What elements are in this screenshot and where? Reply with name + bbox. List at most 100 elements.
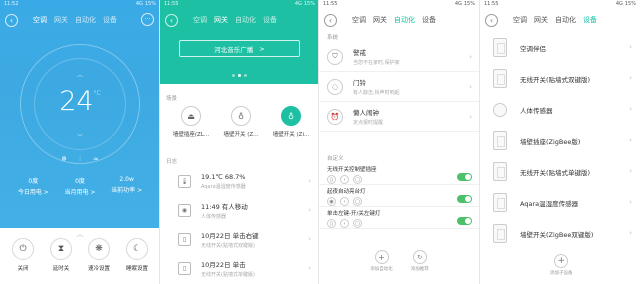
- device-name: 人体传感器: [520, 106, 553, 115]
- custom-automation-title: 无线开关控制壁插座: [327, 167, 377, 173]
- delay-off-label: 延时关: [52, 266, 70, 272]
- custom-automation-item[interactable]: 无线开关控制壁插座 ▯ › ▢: [319, 163, 479, 185]
- log-list: 🌡 19.1℃ 68.7% Aqara温湿度传感器 › ◉ 11:49 有人移动人…: [160, 167, 318, 283]
- automation-item[interactable]: ◌ 门铃 有人敲击,铃声时响起 ›: [319, 72, 479, 102]
- automation-sub: 有人敲击,铃声时响起: [353, 90, 400, 96]
- page-dot[interactable]: [244, 74, 247, 77]
- battery-text: 15%: [144, 1, 156, 7]
- log-item[interactable]: ▯ 10月22日 单击 无线开关(贴墙式单键版) ›: [160, 254, 318, 283]
- page-dot-active[interactable]: [238, 74, 241, 77]
- status-bar: 11:55 4G 15%: [160, 0, 318, 9]
- log-main: 19.1℃ 68.7%: [201, 173, 246, 181]
- chevron-right-icon: ›: [308, 235, 311, 243]
- back-icon[interactable]: ‹: [5, 13, 18, 27]
- tab-automation[interactable]: 自动化: [75, 15, 96, 25]
- delay-off-button[interactable]: ⧗ 延时关: [43, 238, 79, 272]
- fan-speed-icon[interactable]: ⫶: [79, 155, 81, 164]
- tab-devices[interactable]: 设备: [422, 15, 436, 25]
- custom-automation-item[interactable]: 单击左键-开/关左键灯 ▯ › ▢: [319, 207, 479, 229]
- signal-text: 4G: [294, 1, 302, 7]
- tab-devices[interactable]: 设备: [263, 15, 277, 25]
- temp-up-icon[interactable]: ︿: [77, 70, 83, 79]
- log-item[interactable]: ▯ 10月22日 单击右键 无线开关(贴墙式双键版) ›: [160, 225, 318, 254]
- quick-cool-button[interactable]: ❋ 速冷设置: [81, 238, 117, 272]
- custom-automation-item[interactable]: 起夜自动亮台灯 ◉ › ▢: [319, 185, 479, 207]
- log-item[interactable]: ◉ 11:49 有人移动 人体传感器 ›: [160, 196, 318, 225]
- automation-actions: + 添加自动化 ↻ 添加推荐: [319, 250, 479, 272]
- system-section-title: 系统: [327, 35, 339, 41]
- device-item[interactable]: Aqara温湿度传感器 ›: [480, 187, 640, 218]
- tab-gateway[interactable]: 网关: [373, 15, 387, 25]
- sleep-label: 睡眠设置: [125, 266, 148, 272]
- tab-ac[interactable]: 空调: [513, 15, 527, 25]
- automation-toggle[interactable]: [457, 173, 472, 181]
- log-item[interactable]: 🌡 19.1℃ 68.7% Aqara温湿度传感器 ›: [160, 167, 318, 196]
- tab-devices[interactable]: 设备: [103, 15, 117, 25]
- gateway-panel: 11:55 4G 15% ‹ 空调 网关 自动化 设备 河北音乐广播 >: [160, 0, 318, 84]
- chevron-right-icon: ›: [629, 43, 632, 51]
- tab-automation[interactable]: 自动化: [555, 15, 576, 25]
- automation-sub: 定点报时提醒: [353, 120, 384, 126]
- signal-text: 4G: [615, 1, 623, 7]
- motion-sensor-icon: ◉: [178, 204, 191, 217]
- automation-toggle[interactable]: [457, 217, 472, 225]
- device-name: 空调伴侣: [520, 44, 546, 53]
- stat-today[interactable]: 0度 今日用电 >: [18, 176, 49, 196]
- tab-devices[interactable]: 设备: [583, 15, 597, 25]
- radio-station-button[interactable]: 河北音乐广播 >: [179, 40, 300, 57]
- tab-ac[interactable]: 空调: [193, 15, 207, 25]
- scene-item[interactable]: ♁ 墙壁开关 (Z...: [216, 106, 266, 138]
- page-dot[interactable]: [232, 74, 235, 77]
- custom-section-title: 自定义: [327, 156, 344, 162]
- automation-item[interactable]: ⛉ 警戒 当您不在家时,保护家 ›: [319, 42, 479, 72]
- add-recommend-button[interactable]: ↻ 添加推荐: [411, 250, 429, 272]
- device-item[interactable]: 墙壁开关(ZigBee双键版) ›: [480, 218, 640, 249]
- back-icon[interactable]: ‹: [324, 13, 337, 27]
- refresh-icon: ↻: [412, 250, 427, 264]
- tab-bar: ‹ 空调 网关 自动化 设备: [319, 9, 479, 31]
- stat-power[interactable]: 2.0w 当前功率 >: [111, 176, 142, 196]
- automation-title: 门铃: [353, 79, 366, 87]
- chevron-right-icon: ›: [629, 74, 632, 82]
- scene-item[interactable]: ⏏ 墙壁插座(ZL...: [166, 106, 216, 138]
- device-item[interactable]: 人体传感器 ›: [480, 94, 640, 125]
- device-item[interactable]: 空调伴侣 ›: [480, 32, 640, 63]
- swing-icon[interactable]: ≈: [93, 155, 99, 164]
- tab-gateway[interactable]: 网关: [534, 15, 548, 25]
- automation-item[interactable]: ⏰ 懒人闹钟 定点报时提醒 ›: [319, 102, 479, 132]
- stat-month[interactable]: 0度 当月用电 >: [65, 176, 96, 196]
- chevron-right-icon: ›: [629, 229, 632, 237]
- tab-gateway[interactable]: 网关: [214, 15, 228, 25]
- snowflake-icon[interactable]: ❄: [61, 155, 67, 164]
- tab-ac[interactable]: 空调: [352, 15, 366, 25]
- page-dots: [160, 74, 318, 77]
- add-automation-label: 添加自动化: [370, 267, 393, 272]
- phone-automation-screen: 11:55 4G 15% ‹ 空调 网关 自动化 设备 系统 ⛉ 警戒 当您不在家时…: [319, 0, 480, 284]
- tab-bar: ‹ 空调 网关 自动化 设备 ···: [0, 9, 159, 31]
- custom-automation-title: 起夜自动亮台灯: [327, 189, 366, 195]
- add-automation-button[interactable]: + 添加自动化: [370, 250, 393, 272]
- device-item[interactable]: 墙壁插座(ZigBee版) ›: [480, 125, 640, 156]
- quick-cool-icon: ❋: [88, 238, 110, 260]
- tab-automation[interactable]: 自动化: [235, 15, 256, 25]
- status-bar: 11:52 4G 15%: [0, 0, 159, 9]
- automation-toggle[interactable]: [457, 195, 472, 203]
- back-icon[interactable]: ‹: [165, 13, 178, 27]
- wall-socket-icon: [493, 131, 507, 150]
- lamp-icon: ▢: [353, 197, 362, 206]
- temp-down-icon[interactable]: ﹀: [77, 132, 83, 141]
- sleep-button[interactable]: ☾ 睡眠设置: [119, 238, 155, 272]
- back-icon[interactable]: ‹: [485, 13, 498, 27]
- switch-icon: ▯: [178, 262, 191, 275]
- device-item[interactable]: 无线开关(贴墙式单键版) ›: [480, 156, 640, 187]
- stat-today-value: 0度: [28, 178, 39, 185]
- add-subdevice-button[interactable]: + 添加子设备: [550, 254, 573, 276]
- device-item[interactable]: 无线开关(贴墙式双键版) ›: [480, 63, 640, 94]
- tab-gateway[interactable]: 网关: [54, 15, 68, 25]
- tab-automation[interactable]: 自动化: [394, 15, 415, 25]
- scene-section-title: 场景: [166, 96, 178, 102]
- scene-item[interactable]: ♁ 墙壁开关 (Zi...: [266, 106, 316, 138]
- more-icon[interactable]: ···: [141, 13, 154, 26]
- tab-ac[interactable]: 空调: [33, 15, 47, 25]
- power-off-button[interactable]: ⏻ 关闭: [5, 238, 41, 272]
